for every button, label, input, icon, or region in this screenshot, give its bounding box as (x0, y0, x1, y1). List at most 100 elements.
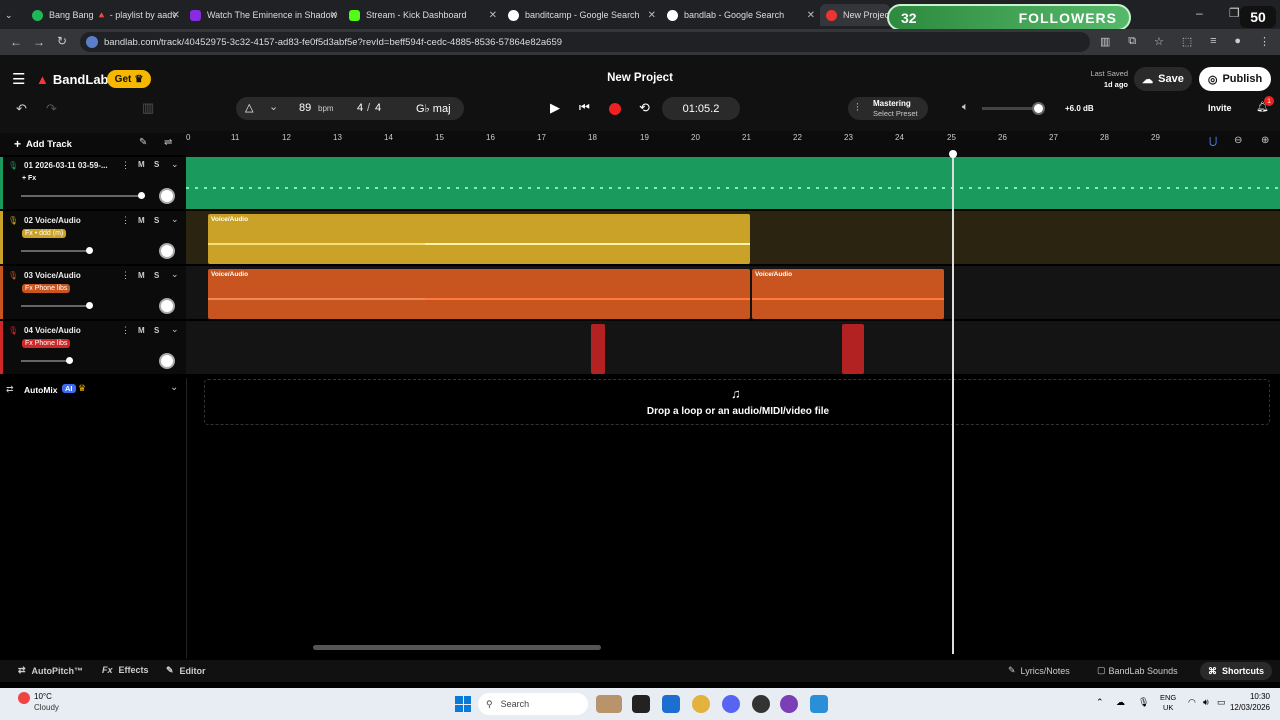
menu-kebab-icon[interactable]: ⋮ (1259, 35, 1270, 48)
browser-tab[interactable]: Watch The Eminence in Shadow ✕ (190, 4, 340, 26)
bandlab-sounds-button[interactable]: ▢ BandLab Sounds (1097, 665, 1178, 676)
save-button[interactable]: ☁ Save (1134, 67, 1192, 91)
store-icon[interactable] (662, 695, 680, 713)
mastering-button[interactable]: ⫶ Mastering Select Preset (848, 97, 928, 120)
track-name[interactable]: 04 Voice/Audio (24, 326, 81, 335)
browser-tab[interactable]: bandlab - Google Search ✕ (667, 4, 817, 26)
skip-back-icon[interactable]: ⏮ (579, 100, 590, 115)
track-volume-slider[interactable] (21, 357, 73, 364)
reader-icon[interactable]: ▥ (1100, 35, 1110, 48)
reload-icon[interactable]: ↻ (57, 34, 67, 48)
track-volume-slider[interactable] (21, 192, 145, 199)
forward-icon[interactable]: → (33, 35, 45, 49)
slider-handle[interactable] (86, 302, 93, 309)
mute-button[interactable]: M (138, 326, 145, 335)
track-lane[interactable] (186, 157, 1280, 209)
track-name[interactable]: 01 2026-03-11 03-59-... (24, 161, 108, 170)
track-header[interactable]: 🎙︎ 01 2026-03-11 03-59-... + Fx ⋮ M S ⌄ (0, 157, 186, 209)
close-tab-icon[interactable]: ✕ (330, 10, 338, 21)
invite-button[interactable]: Invite (1208, 103, 1232, 113)
redo-icon[interactable]: ↷ (46, 101, 57, 117)
browser-tab[interactable]: Stream - Kick Dashboard ✕ (349, 4, 499, 26)
app-icon[interactable] (780, 695, 798, 713)
slider-handle[interactable] (66, 357, 73, 364)
fx-badge[interactable]: Fx • ddd (m) (22, 229, 67, 238)
time-signature-denominator[interactable]: 4 (375, 102, 381, 114)
playhead-handle[interactable] (949, 150, 957, 158)
taskbar-search[interactable]: ⚲ Search (478, 693, 588, 715)
chevron-down-icon[interactable]: ⌄ (171, 214, 179, 225)
chevron-down-icon[interactable]: ⌄ (171, 324, 179, 335)
pan-knob[interactable] (159, 188, 175, 204)
horizontal-scrollbar[interactable] (313, 645, 601, 650)
master-volume-slider[interactable] (982, 102, 1045, 115)
discord-icon[interactable] (722, 695, 740, 713)
close-tab-icon[interactable]: ✕ (807, 10, 815, 21)
track-header[interactable]: 🎙︎ 03 Voice/Audio Fx Phone libs ⋮ M S ⌄ (0, 266, 186, 319)
url-field[interactable]: bandlab.com/track/40452975-3c32-4157-ad8… (80, 32, 1090, 52)
language-secondary[interactable]: UK (1163, 703, 1173, 712)
track-header[interactable]: 🎙︎ 04 Voice/Audio Fx Phone libs ⋮ M S ⌄ (0, 321, 186, 374)
brand-logo[interactable]: ▲ BandLab (36, 72, 109, 87)
notepad-icon[interactable] (810, 695, 828, 713)
chevron-down-icon[interactable]: ⌄ (171, 159, 179, 170)
chevron-down-icon[interactable]: ⌄ (170, 382, 178, 393)
task-view-icon[interactable] (632, 695, 650, 713)
track-menu-icon[interactable]: ⋮ (121, 160, 130, 171)
clock-time[interactable]: 10:30 (1222, 692, 1270, 701)
piano-icon[interactable]: ▥ (142, 100, 154, 116)
automix-row[interactable]: ⇄ AutoMix AI ♛ ⌄ (0, 380, 186, 400)
close-tab-icon[interactable]: ✕ (172, 10, 180, 21)
pan-knob[interactable] (159, 298, 175, 314)
weather-icon[interactable] (18, 692, 30, 704)
bpm-value[interactable]: 89 (299, 102, 311, 114)
track-volume-slider[interactable] (21, 247, 93, 254)
autopitch-button[interactable]: ⇄ AutoPitch™ (18, 665, 83, 676)
close-tab-icon[interactable]: ✕ (489, 10, 497, 21)
slider-handle[interactable] (138, 192, 145, 199)
audio-clip[interactable] (842, 324, 864, 374)
bookmark-star-icon[interactable]: ☆ (1154, 35, 1164, 48)
loop-icon[interactable]: ⟲ (639, 100, 650, 116)
minimize-icon[interactable]: – (1196, 6, 1203, 20)
windows-start-icon[interactable] (455, 696, 471, 712)
playhead[interactable] (952, 152, 954, 654)
track-header[interactable]: 🎙︎ 02 Voice/Audio Fx • ddd (m) ⋮ M S ⌄ (0, 211, 186, 264)
lyrics-notes-button[interactable]: ✎ Lyrics/Notes (1008, 665, 1070, 676)
browser-tab[interactable]: banditcamp - Google Search ✕ (508, 4, 658, 26)
fx-badge[interactable]: Fx Phone libs (22, 284, 71, 293)
pencil-tool-icon[interactable]: ✎ (139, 137, 147, 148)
mixer-icon[interactable]: ⇌ (164, 137, 172, 148)
key-selector[interactable]: G♭ maj (416, 102, 451, 115)
cloud-tray-icon[interactable]: ☁ (1116, 697, 1125, 708)
shortcuts-button[interactable]: ⌘ Shortcuts (1200, 662, 1272, 680)
tray-chevron-icon[interactable]: ⌃ (1096, 697, 1104, 708)
volume-icon[interactable]: 🔊︎ (1203, 697, 1209, 708)
time-signature-numerator[interactable]: 4 (357, 102, 363, 114)
install-app-icon[interactable]: ⧉ (1128, 35, 1136, 48)
chevron-down-icon[interactable]: ⌄ (171, 269, 179, 280)
mute-button[interactable]: M (138, 216, 145, 225)
track-lane[interactable] (186, 321, 1280, 374)
tab-search-dropdown[interactable]: ⌄ (5, 4, 21, 26)
site-info-icon[interactable] (86, 36, 98, 48)
track-volume-slider[interactable] (21, 302, 93, 309)
browser-tab-active[interactable]: New Project (820, 4, 890, 26)
audio-clip[interactable] (591, 324, 605, 374)
wifi-icon[interactable]: ◠ (1188, 697, 1196, 708)
slider-handle[interactable] (86, 247, 93, 254)
back-icon[interactable]: ← (10, 35, 22, 49)
mute-speaker-icon[interactable]: 🔈︎ (962, 101, 969, 114)
add-track-button[interactable]: + Add Track (14, 137, 72, 151)
obs-icon[interactable] (752, 695, 770, 713)
track-lane[interactable]: Voice/Audio (186, 211, 1280, 264)
fx-badge[interactable]: Fx Phone libs (22, 339, 71, 348)
mute-button[interactable]: M (138, 271, 145, 280)
solo-button[interactable]: S (154, 160, 159, 169)
get-membership-button[interactable]: Get ♛ (107, 70, 151, 88)
pan-knob[interactable] (159, 243, 175, 259)
audio-clip[interactable]: Voice/Audio (752, 269, 944, 319)
metronome-icon[interactable]: △ (245, 101, 253, 114)
browser-tab[interactable]: Bang Bang 🔺 - playlist by aadv ✕ (32, 4, 182, 26)
solo-button[interactable]: S (154, 326, 159, 335)
